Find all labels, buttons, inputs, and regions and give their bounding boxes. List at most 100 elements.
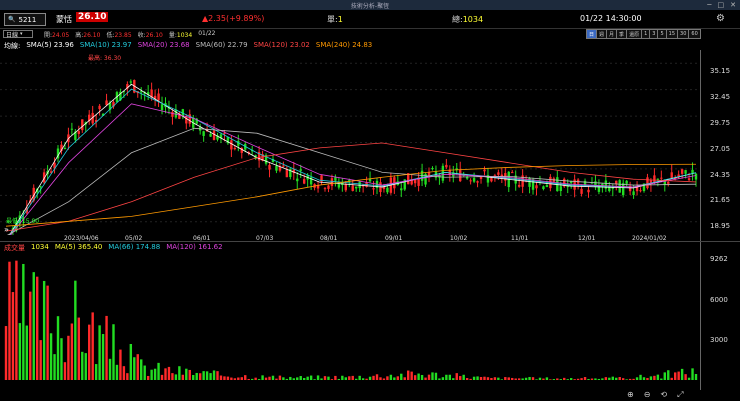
- candle-body: [656, 178, 660, 180]
- minimize-icon[interactable]: ─: [707, 1, 711, 9]
- volume-bar: [615, 377, 618, 380]
- volume-bar: [351, 375, 354, 380]
- volume-bar: [316, 375, 320, 380]
- volume-bar: [289, 376, 292, 380]
- close-icon[interactable]: ✕: [730, 1, 736, 9]
- close-value: 26.10: [145, 32, 163, 39]
- ma-line-sma10: [9, 88, 697, 235]
- period-value: 日線: [6, 31, 19, 39]
- volume-bar: [403, 377, 406, 380]
- candle-body: [302, 179, 306, 184]
- volume-bar: [486, 377, 490, 380]
- low-value: 23.85: [114, 32, 132, 39]
- volume-bar: [531, 377, 535, 380]
- volume-bar: [556, 378, 559, 380]
- volume-bar: [469, 378, 472, 380]
- chart-toolbar: 日線 ▾ 開:24.05 高:26.10 低:23.85 收:26.10 量:1…: [0, 29, 740, 39]
- volume-bar: [545, 377, 549, 380]
- volume-bar: [483, 376, 486, 380]
- price-axis: 35.15 32.45 29.75 27.05 24.35 21.65 18.9…: [702, 50, 736, 235]
- volume-bar: [563, 377, 566, 380]
- period-select[interactable]: 日線 ▾: [3, 30, 33, 39]
- volume-tick: 9262: [710, 255, 728, 263]
- gear-icon[interactable]: ⚙: [716, 13, 725, 24]
- chevron-down-icon: ▾: [20, 31, 23, 37]
- volume-tick: 6000: [710, 296, 728, 304]
- volume-bar: [649, 376, 653, 380]
- volume-bar: [160, 374, 164, 380]
- vol-value: 1034: [176, 32, 193, 39]
- maximize-icon[interactable]: □: [718, 1, 725, 9]
- volume-bar: [413, 375, 417, 380]
- volume-bar: [81, 351, 84, 380]
- fullscreen-icon[interactable]: ⤢: [677, 390, 683, 400]
- tab-60min[interactable]: 60: [688, 29, 701, 39]
- volume-bar: [424, 377, 427, 380]
- volume-bar: [46, 285, 49, 380]
- volume-bar: [687, 377, 691, 380]
- volume-bar: [375, 374, 379, 380]
- volume-bar: [632, 378, 635, 380]
- candle-body: [140, 91, 143, 93]
- tab-adjusted[interactable]: 還原: [626, 29, 643, 39]
- total-label: 總:: [452, 15, 463, 24]
- volume-bar: [146, 375, 150, 380]
- candle-body: [212, 130, 216, 141]
- volume-bar: [580, 378, 583, 380]
- candle-body: [233, 147, 237, 150]
- volume-bar: [122, 366, 126, 380]
- volume-bar: [327, 376, 330, 380]
- volume-bar: [254, 377, 257, 380]
- volume-bar: [455, 373, 458, 380]
- candle-body: [517, 184, 521, 187]
- candle-body: [171, 111, 174, 117]
- candle-body: [129, 81, 133, 83]
- volume-bar: [140, 359, 143, 380]
- scroll-left-icon[interactable]: »: [4, 225, 9, 234]
- volume-bar: [271, 375, 275, 380]
- volume-chart[interactable]: [0, 252, 700, 380]
- volume-bar: [504, 377, 507, 380]
- candle-body: [282, 165, 285, 167]
- volume-bar: [188, 369, 191, 380]
- high-annotation: 最高: 36.30: [88, 55, 122, 62]
- volume-bar: [386, 376, 389, 380]
- volume-bar: [108, 358, 112, 380]
- volume-bar: [244, 375, 247, 380]
- stock-code-input[interactable]: 🔍 5211: [4, 13, 46, 26]
- volume-bar: [452, 378, 455, 380]
- volume-bar: [216, 371, 219, 380]
- zoom-out-icon[interactable]: ⊖: [644, 390, 651, 400]
- price-chart[interactable]: [0, 50, 700, 235]
- volume-bar: [393, 377, 396, 380]
- volume-bar: [264, 377, 268, 380]
- reset-icon[interactable]: ⟲: [660, 390, 667, 400]
- candle-body: [694, 173, 698, 180]
- volume-bar: [601, 378, 604, 380]
- volume-bar: [583, 377, 587, 380]
- high-item: 高:26.10: [75, 30, 100, 39]
- candle-body: [625, 180, 628, 184]
- candle-body: [337, 184, 341, 188]
- volume-bar: [344, 377, 347, 380]
- volume-bar: [500, 379, 504, 380]
- ohlc-readout: 開:24.05 高:26.10 低:23.85 收:26.10 量:1034 0…: [44, 30, 215, 39]
- candle-body: [299, 169, 302, 171]
- volume-bar: [472, 376, 476, 380]
- volume-bar: [587, 379, 590, 380]
- candle-body: [320, 175, 323, 182]
- zoom-in-icon[interactable]: ⊕: [627, 390, 634, 400]
- volume-bar: [237, 377, 240, 380]
- candle-body: [344, 184, 347, 191]
- volume-bar: [212, 370, 216, 380]
- candle-body: [105, 100, 108, 106]
- volume-bar: [389, 374, 393, 380]
- ohlc-date: 01/22: [198, 30, 216, 37]
- last-price: 26.10: [76, 12, 109, 22]
- volume-bar: [198, 373, 202, 380]
- axis-divider: [700, 50, 701, 390]
- open-label: 開:: [44, 32, 53, 39]
- candle-body: [327, 185, 330, 189]
- volume-bar: [538, 377, 542, 380]
- volume-bar: [323, 376, 327, 380]
